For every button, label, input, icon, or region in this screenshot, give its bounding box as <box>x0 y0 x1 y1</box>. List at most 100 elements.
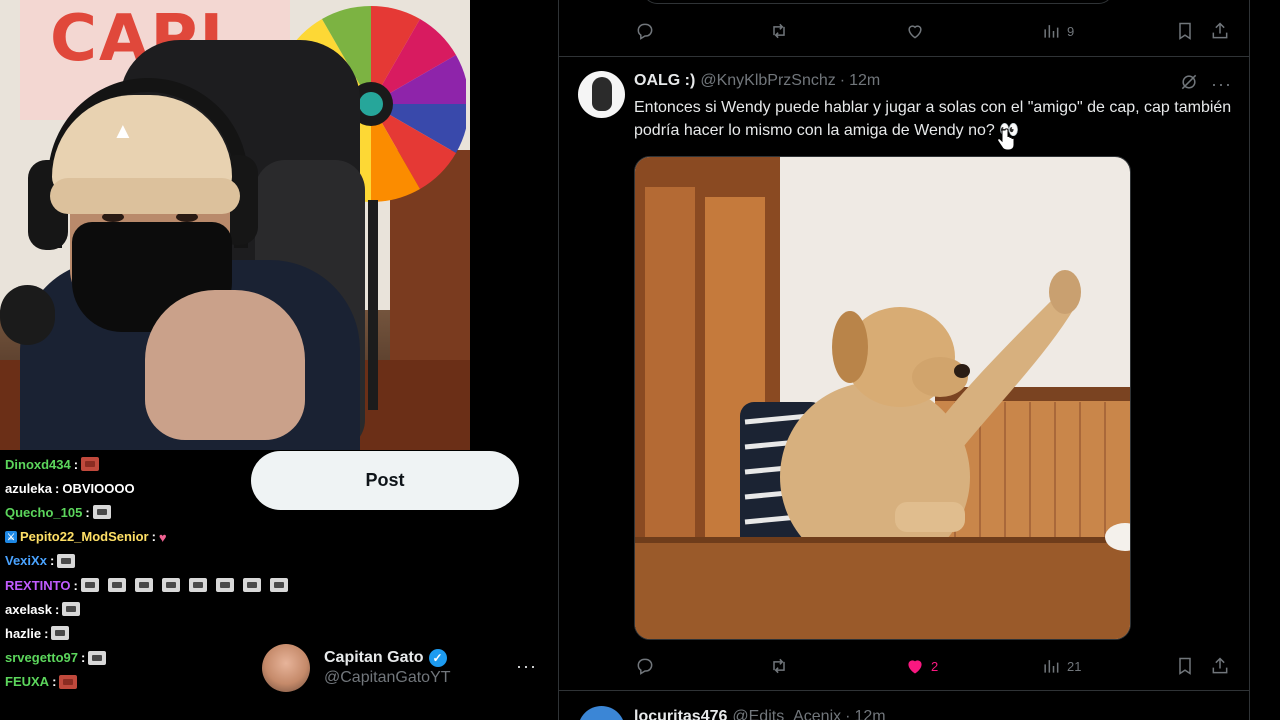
share-button[interactable] <box>1210 21 1230 41</box>
next-tweet-header: locuritas476 @Edits_Acenix · 12m <box>634 708 886 720</box>
chat-emote-icon <box>161 578 180 593</box>
chat-message: REXTINTO: <box>0 573 300 597</box>
chat-separator: : <box>73 577 78 593</box>
cap-brim <box>50 178 240 214</box>
separator-dot: · <box>845 708 851 720</box>
post-button[interactable]: Post <box>251 451 519 510</box>
chat-emote-icon <box>62 602 81 617</box>
reply-icon <box>637 658 653 675</box>
chat-separator: : <box>52 674 57 690</box>
repost-button[interactable] <box>769 656 789 676</box>
grok-icon <box>1181 74 1197 90</box>
chat-message: Quecho_105: <box>0 500 300 524</box>
share-icon <box>1212 22 1228 39</box>
chat-emote-icon <box>107 578 126 593</box>
tweet-author-name[interactable]: OALG :) <box>634 72 695 90</box>
dog-photo <box>635 157 1130 639</box>
next-tweet[interactable]: locuritas476 @Edits_Acenix · 12m <box>578 704 1238 720</box>
views-button[interactable]: 21 <box>1041 656 1081 676</box>
tweet-author-avatar[interactable] <box>578 71 625 118</box>
views-icon <box>1044 25 1059 38</box>
hand-cursor-icon <box>997 128 1015 151</box>
views-count: 21 <box>1067 658 1082 674</box>
tweet-author-handle[interactable]: @KnyKlbPrzSnchz <box>700 72 835 90</box>
next-tweet-avatar[interactable] <box>578 706 625 720</box>
next-tweet-timestamp[interactable]: 12m <box>854 708 885 720</box>
like-button-liked[interactable]: 2 <box>905 656 938 676</box>
timeline: 9 OALG :) @KnyKlbPrzSnchz · 12m ··· Ento… <box>558 0 1250 720</box>
tweet-divider <box>559 690 1249 691</box>
chat-username[interactable]: hazlie <box>5 626 41 641</box>
bookmark-icon <box>1179 657 1191 675</box>
chat-separator: : <box>55 601 60 617</box>
chat-username[interactable]: VexiXx <box>5 553 47 568</box>
chat-text: OBVIOOOO <box>62 480 135 496</box>
chat-message: axelask: <box>0 597 300 621</box>
webcam-overlay: CAPI ▲ <box>0 0 470 450</box>
account-text: Capitan Gato ✓ @CapitanGatoYT <box>324 649 451 687</box>
chat-emote-icon: ♥ <box>158 529 167 545</box>
next-tweet-author-handle[interactable]: @Edits_Acenix <box>732 708 841 720</box>
views-count: 9 <box>1067 23 1075 39</box>
chat-username[interactable]: REXTINTO <box>5 578 71 593</box>
reply-button[interactable] <box>635 656 655 676</box>
repost-icon <box>773 658 785 674</box>
chat-separator: : <box>73 456 79 472</box>
like-button[interactable] <box>905 21 925 41</box>
chat-separator: : <box>49 553 55 569</box>
moderator-badge-icon: ⚔ <box>5 530 17 543</box>
chat-emote-icon <box>242 578 261 593</box>
chat-separator: : <box>80 650 86 666</box>
chat-username[interactable]: azuleka <box>5 481 52 496</box>
chat-username[interactable]: Pepito22_ModSenior <box>20 529 149 544</box>
chat-username[interactable]: srvegetto97 <box>5 650 78 665</box>
chat-emote-icon <box>51 626 70 641</box>
account-name: Capitan Gato <box>324 649 424 666</box>
chat-separator: : <box>151 529 156 545</box>
chat-message: VexiXx: <box>0 549 300 573</box>
tweet-header-actions: ··· <box>1179 72 1232 97</box>
previous-tweet-media-edge <box>643 0 1113 4</box>
repost-button[interactable] <box>769 21 789 41</box>
chat-emote-icon <box>88 650 107 665</box>
streamer-hands <box>145 290 305 440</box>
chat-username[interactable]: FEUXA <box>5 674 49 689</box>
bookmark-button[interactable] <box>1175 656 1195 676</box>
chat-username[interactable]: Quecho_105 <box>5 505 82 520</box>
reply-button[interactable] <box>635 21 655 41</box>
chat-message: ⚔ Pepito22_ModSenior: ♥ <box>0 525 300 549</box>
chat-emote-icon <box>92 505 111 520</box>
chat-message: hazlie: <box>0 621 300 645</box>
chat-emote-icon <box>188 578 207 593</box>
verified-badge-icon: ✓ <box>428 649 447 667</box>
chat-emote-icon <box>134 578 153 593</box>
chat-emote-icon <box>80 578 99 593</box>
account-switcher[interactable]: Capitan Gato ✓ @CapitanGatoYT ··· <box>262 642 547 694</box>
chat-emote-icon <box>81 457 100 472</box>
chat-separator: : <box>54 480 60 496</box>
account-more-icon[interactable]: ··· <box>516 656 537 677</box>
bookmark-button[interactable] <box>1175 21 1195 41</box>
chat-emote-icon <box>215 578 234 593</box>
wheel-stand <box>368 200 378 410</box>
heart-icon <box>908 25 922 39</box>
share-button[interactable] <box>1210 656 1230 676</box>
next-tweet-author-name[interactable]: locuritas476 <box>634 708 727 720</box>
repost-icon <box>773 23 785 39</box>
tweet-media-image[interactable] <box>634 156 1131 640</box>
tweet-timestamp[interactable]: 12m <box>849 72 880 90</box>
tweet-header: OALG :) @KnyKlbPrzSnchz · 12m <box>634 72 880 90</box>
chat-username[interactable]: axelask <box>5 602 52 617</box>
chat-username[interactable]: Dinoxd434 <box>5 457 71 472</box>
grok-button[interactable] <box>1179 72 1199 97</box>
tweet-more-icon[interactable]: ··· <box>1211 74 1232 95</box>
chat-emote-icon <box>57 553 76 568</box>
bookmark-icon <box>1179 22 1191 40</box>
views-button[interactable]: 9 <box>1041 21 1074 41</box>
share-icon <box>1212 657 1228 674</box>
chat-separator: : <box>85 504 90 520</box>
views-icon <box>1044 660 1059 673</box>
avatar-figure <box>592 77 612 111</box>
account-handle: @CapitanGatoYT <box>324 669 451 686</box>
chat-emote-icon <box>59 674 78 689</box>
